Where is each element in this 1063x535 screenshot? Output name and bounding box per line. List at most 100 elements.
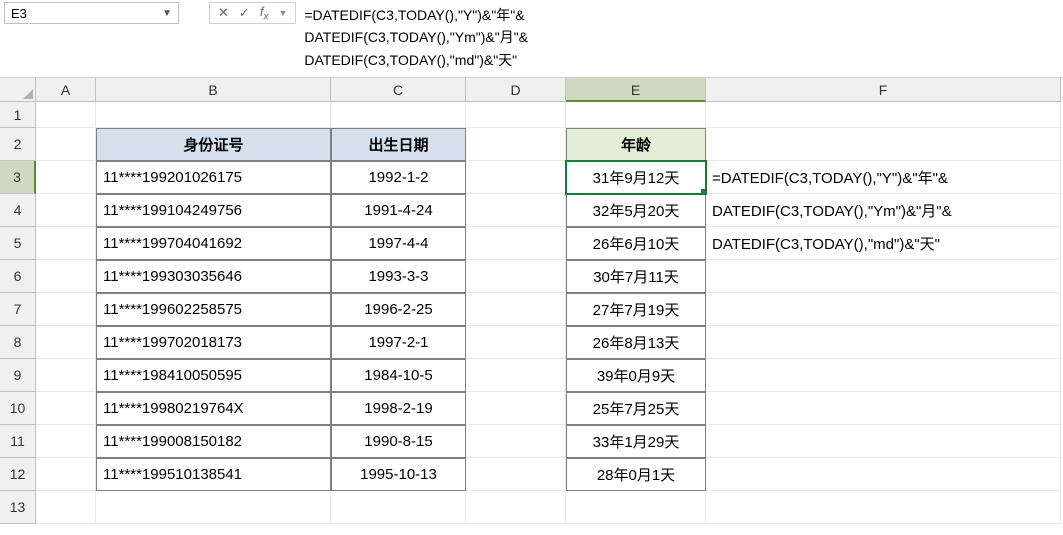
cell[interactable] <box>466 359 566 392</box>
name-box[interactable]: E3 ▼ <box>4 2 179 24</box>
cell[interactable] <box>706 458 1061 491</box>
cell[interactable] <box>466 425 566 458</box>
fx-icon[interactable]: fx <box>260 4 269 23</box>
cell[interactable] <box>706 491 1061 524</box>
table-cell-birth[interactable]: 1990-8-15 <box>331 425 466 458</box>
cell[interactable] <box>466 260 566 293</box>
table-cell-id[interactable]: 11****19980219764X <box>96 392 331 425</box>
cell[interactable] <box>466 392 566 425</box>
row-header[interactable]: 3 <box>0 161 36 194</box>
cell[interactable] <box>706 425 1061 458</box>
table-cell-age[interactable]: 32年5月20天 <box>566 194 706 227</box>
cell[interactable] <box>36 359 96 392</box>
row-header[interactable]: 9 <box>0 359 36 392</box>
cell[interactable] <box>466 227 566 260</box>
cell[interactable]: =DATEDIF(C3,TODAY(),"Y")&"年"& <box>706 161 1061 194</box>
table-cell-birth[interactable]: 1996-2-25 <box>331 293 466 326</box>
row-header[interactable]: 13 <box>0 491 36 524</box>
table-cell-birth[interactable]: 1993-3-3 <box>331 260 466 293</box>
table-cell-age[interactable]: 39年0月9天 <box>566 359 706 392</box>
row-header[interactable]: 2 <box>0 128 36 161</box>
table-cell-birth[interactable]: 1997-2-1 <box>331 326 466 359</box>
chevron-down-icon[interactable]: ▼ <box>278 8 287 18</box>
table-cell-age[interactable]: 30年7月11天 <box>566 260 706 293</box>
cell[interactable] <box>466 458 566 491</box>
cell[interactable] <box>36 102 96 128</box>
table-cell-birth[interactable]: 1997-4-4 <box>331 227 466 260</box>
table-header-id[interactable]: 身份证号 <box>96 128 331 161</box>
cell[interactable] <box>466 326 566 359</box>
table-cell-age[interactable]: 27年7月19天 <box>566 293 706 326</box>
col-header-d[interactable]: D <box>466 78 566 102</box>
cell[interactable] <box>466 293 566 326</box>
table-cell-id[interactable]: 11****199201026175 <box>96 161 331 194</box>
cell[interactable] <box>36 491 96 524</box>
table-cell-age[interactable]: 26年6月10天 <box>566 227 706 260</box>
cell[interactable] <box>706 128 1061 161</box>
spreadsheet-grid[interactable]: A B C D E F 1 2 3 4 5 6 7 8 9 10 11 12 1… <box>0 78 1063 535</box>
row-header[interactable]: 7 <box>0 293 36 326</box>
table-cell-birth[interactable]: 1991-4-24 <box>331 194 466 227</box>
row-header[interactable]: 6 <box>0 260 36 293</box>
cell[interactable] <box>466 194 566 227</box>
col-header-b[interactable]: B <box>96 78 331 102</box>
cell[interactable] <box>331 491 466 524</box>
cell[interactable] <box>706 260 1061 293</box>
cell[interactable] <box>36 425 96 458</box>
cell[interactable] <box>466 102 566 128</box>
cell[interactable] <box>706 392 1061 425</box>
cell[interactable] <box>36 227 96 260</box>
table-cell-age[interactable]: 31年9月12天 <box>566 161 706 194</box>
cell[interactable] <box>466 161 566 194</box>
cell[interactable]: DATEDIF(C3,TODAY(),"md")&"天" <box>706 227 1061 260</box>
cell[interactable] <box>331 102 466 128</box>
cell[interactable] <box>466 491 566 524</box>
cell[interactable] <box>36 458 96 491</box>
cell[interactable] <box>36 326 96 359</box>
col-header-a[interactable]: A <box>36 78 96 102</box>
cell[interactable] <box>566 491 706 524</box>
cell[interactable] <box>706 102 1061 128</box>
cell[interactable] <box>36 128 96 161</box>
table-cell-age[interactable]: 33年1月29天 <box>566 425 706 458</box>
row-header[interactable]: 10 <box>0 392 36 425</box>
chevron-down-icon[interactable]: ▼ <box>162 8 172 19</box>
col-header-c[interactable]: C <box>331 78 466 102</box>
table-cell-id[interactable]: 11****198410050595 <box>96 359 331 392</box>
table-cell-id[interactable]: 11****199510138541 <box>96 458 331 491</box>
row-header[interactable]: 5 <box>0 227 36 260</box>
row-header[interactable]: 1 <box>0 102 36 128</box>
table-header-age[interactable]: 年龄 <box>566 128 706 161</box>
cell[interactable] <box>36 392 96 425</box>
cancel-icon[interactable]: ✕ <box>218 5 229 21</box>
table-cell-id[interactable]: 11****199104249756 <box>96 194 331 227</box>
table-cell-birth[interactable]: 1992-1-2 <box>331 161 466 194</box>
cell[interactable] <box>36 260 96 293</box>
cell[interactable] <box>36 161 96 194</box>
cell[interactable] <box>96 102 331 128</box>
col-header-e[interactable]: E <box>566 78 706 102</box>
table-cell-birth[interactable]: 1995-10-13 <box>331 458 466 491</box>
table-cell-id[interactable]: 11****199704041692 <box>96 227 331 260</box>
cell[interactable] <box>36 194 96 227</box>
table-cell-id[interactable]: 11****199602258575 <box>96 293 331 326</box>
table-cell-id[interactable]: 11****199702018173 <box>96 326 331 359</box>
row-header[interactable]: 12 <box>0 458 36 491</box>
table-cell-id[interactable]: 11****199303035646 <box>96 260 331 293</box>
table-cell-birth[interactable]: 1984-10-5 <box>331 359 466 392</box>
cell[interactable] <box>96 491 331 524</box>
confirm-icon[interactable]: ✓ <box>239 5 250 21</box>
cell[interactable] <box>706 293 1061 326</box>
table-cell-id[interactable]: 11****199008150182 <box>96 425 331 458</box>
cell[interactable] <box>566 102 706 128</box>
cell[interactable] <box>36 293 96 326</box>
select-all-corner[interactable] <box>0 78 36 102</box>
formula-input[interactable]: =DATEDIF(C3,TODAY(),"Y")&"年"& DATEDIF(C3… <box>296 2 1059 74</box>
table-cell-age[interactable]: 26年8月13天 <box>566 326 706 359</box>
table-cell-age[interactable]: 25年7月25天 <box>566 392 706 425</box>
row-header[interactable]: 11 <box>0 425 36 458</box>
table-header-birth[interactable]: 出生日期 <box>331 128 466 161</box>
cell[interactable] <box>466 128 566 161</box>
table-cell-age[interactable]: 28年0月1天 <box>566 458 706 491</box>
col-header-f[interactable]: F <box>706 78 1061 102</box>
